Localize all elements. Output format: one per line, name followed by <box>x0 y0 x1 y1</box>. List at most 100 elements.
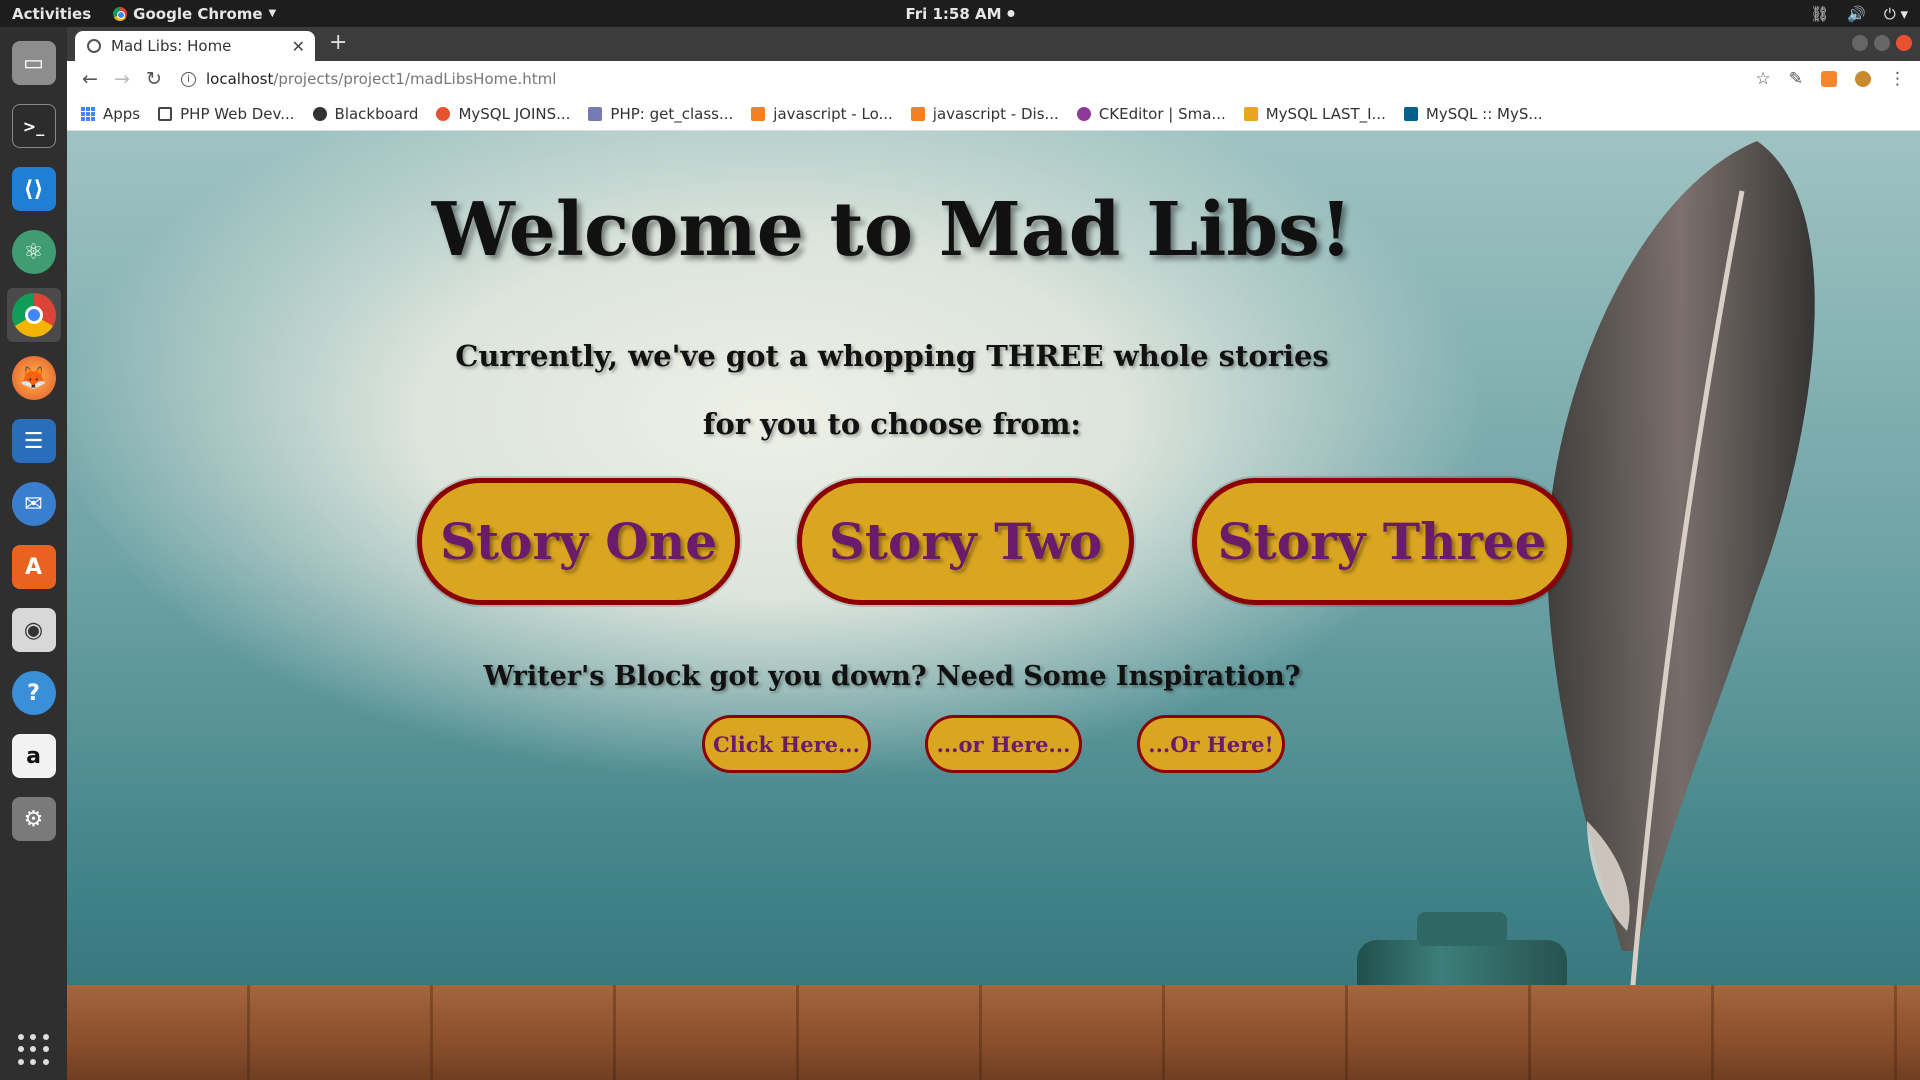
bookmark-label: MySQL :: MyS... <box>1425 104 1543 123</box>
bookmark-label: PHP: get_class... <box>610 104 734 123</box>
atom-icon: ⚛ <box>11 230 56 274</box>
firefox-icon: 🦊 <box>11 356 56 400</box>
window-controls <box>1852 35 1912 51</box>
bookmark-label: Apps <box>103 104 141 123</box>
maximize-icon[interactable] <box>1874 35 1890 51</box>
chrome-icon <box>113 6 128 21</box>
notification-dot-icon <box>1007 10 1015 17</box>
power-icon: ⏻ ▾ <box>1883 4 1908 23</box>
help-icon: ? <box>11 671 56 715</box>
tab-mad-libs-home[interactable]: Mad Libs: Home ✕ <box>75 31 315 61</box>
subtitle-line-2: for you to choose from: <box>702 407 1082 441</box>
bookmark-ckeditor[interactable]: CKEditor | Sma... <box>1076 105 1226 123</box>
dock: ▭ >_ ⟨⟩ ⚛ 🦊 ☰ ✉ A ◉ ? a ⚙ <box>0 27 67 1080</box>
dock-amazon[interactable]: a <box>7 729 61 783</box>
browser-toolbar: ← → ↻ i localhost/projects/project1/madL… <box>67 61 1920 97</box>
dock-help[interactable]: ? <box>7 666 61 720</box>
volume-icon: 🔊 <box>1847 4 1866 23</box>
php-web-dev-favicon-icon <box>158 106 173 121</box>
system-tray[interactable]: ⛓ 🔊 ⏻ ▾ <box>1810 5 1908 23</box>
inspiration-prompt: Writer's Block got you down? Need Some I… <box>483 661 1301 692</box>
tab-title: Mad Libs: Home <box>111 37 232 55</box>
mysql-joins-favicon-icon <box>436 106 451 121</box>
bookmark-javascript-lo[interactable]: javascript - Lo... <box>751 105 893 123</box>
apps-grid-icon <box>81 106 95 121</box>
page-title: Welcome to Mad Libs! <box>431 187 1353 273</box>
dock-writer[interactable]: ☰ <box>7 414 61 468</box>
bookmark-php-web-dev[interactable]: PHP Web Dev... <box>158 104 295 123</box>
bookmark-mysql-mys[interactable]: MySQL :: MyS... <box>1403 104 1543 123</box>
settings-icon: ⚙ <box>11 797 56 841</box>
more-menu-icon[interactable]: ⋮ <box>1889 69 1906 89</box>
vscode-icon: ⟨⟩ <box>11 167 56 211</box>
dock-thunderbird[interactable]: ✉ <box>7 477 61 531</box>
clock[interactable]: Fri 1:58 AM <box>905 5 1015 23</box>
dock-settings[interactable]: ⚙ <box>7 792 61 846</box>
show-applications-icon[interactable] <box>18 1034 50 1066</box>
dock-files[interactable]: ▭ <box>7 36 61 90</box>
bookmark-label: javascript - Lo... <box>773 104 893 123</box>
mysql-last-favicon-icon <box>1243 106 1258 121</box>
inspiration-link-1[interactable]: Click Here... <box>702 715 871 773</box>
new-tab-button[interactable]: + <box>329 30 347 55</box>
bookmark-javascript-dis[interactable]: javascript - Dis... <box>910 105 1059 123</box>
ckeditor-favicon-icon <box>1076 106 1091 121</box>
bookmark-php-get-class[interactable]: PHP: get_class... <box>588 105 733 123</box>
reload-icon[interactable]: ↻ <box>145 68 163 90</box>
back-arrow-icon[interactable]: ← <box>81 68 99 90</box>
minimize-icon[interactable] <box>1852 35 1868 51</box>
dock-terminal[interactable]: >_ <box>7 99 61 153</box>
bookmark-mysql-last-insert[interactable]: MySQL LAST_I... <box>1243 104 1386 123</box>
dock-vscode[interactable]: ⟨⟩ <box>7 162 61 216</box>
bookmark-label: PHP Web Dev... <box>180 104 295 123</box>
activities-button[interactable]: Activities <box>12 5 91 23</box>
bookmark-blackboard[interactable]: Blackboard <box>312 104 419 123</box>
caret-down-icon: ▼ <box>268 8 277 19</box>
terminal-icon: >_ <box>11 104 56 148</box>
bookmark-apps[interactable]: Apps <box>81 105 140 123</box>
bookmark-label: Blackboard <box>334 104 419 123</box>
thunderbird-icon: ✉ <box>11 482 56 526</box>
story-three-button[interactable]: Story Three <box>1192 478 1572 605</box>
bookmark-label: MySQL JOINS... <box>458 104 571 123</box>
story-two-button[interactable]: Story Two <box>797 478 1134 605</box>
network-icon: ⛓ <box>1810 4 1830 23</box>
bookmark-label: MySQL LAST_I... <box>1265 104 1386 123</box>
app-menu[interactable]: Google Chrome ▼ <box>113 5 276 23</box>
extension-icon[interactable]: ✎ <box>1789 69 1803 89</box>
writer-icon: ☰ <box>11 419 56 463</box>
inspiration-link-2[interactable]: ...or Here... <box>925 715 1082 773</box>
close-tab-icon[interactable]: ✕ <box>292 37 305 56</box>
dock-chrome[interactable] <box>6 288 61 342</box>
address-bar[interactable]: i localhost/projects/project1/madLibsHom… <box>181 64 1701 94</box>
amazon-icon: a <box>11 734 56 778</box>
files-icon: ▭ <box>11 41 56 85</box>
rhythmbox-icon: ◉ <box>11 608 56 652</box>
dock-rhythmbox[interactable]: ◉ <box>7 603 61 657</box>
quill-feather-image <box>1547 141 1815 1032</box>
rss-icon[interactable] <box>1821 71 1837 87</box>
system-top-bar: Activities Google Chrome ▼ Fri 1:58 AM ⛓… <box>0 0 1920 27</box>
forward-arrow-icon[interactable]: → <box>113 68 131 90</box>
dock-firefox[interactable]: 🦊 <box>7 351 61 405</box>
software-center-icon: A <box>11 545 56 589</box>
inspiration-link-3[interactable]: ...Or Here! <box>1137 715 1285 773</box>
close-window-icon[interactable] <box>1896 35 1912 51</box>
bookmarks-bar: Apps PHP Web Dev... Blackboard MySQL JOI… <box>67 97 1920 131</box>
bookmark-mysql-joins[interactable]: MySQL JOINS... <box>436 105 570 123</box>
chrome-icon <box>11 293 56 337</box>
dock-atom[interactable]: ⚛ <box>7 225 61 279</box>
profile-extension-icon[interactable] <box>1855 71 1871 87</box>
info-icon[interactable]: i <box>181 71 196 87</box>
page-viewport: Welcome to Mad Libs! Currently, we've go… <box>67 131 1920 1080</box>
bookmark-star-icon[interactable]: ☆ <box>1756 69 1771 89</box>
php-favicon-icon <box>588 106 603 121</box>
story-one-button[interactable]: Story One <box>417 478 740 605</box>
globe-icon <box>87 39 101 53</box>
tab-strip: Mad Libs: Home ✕ + <box>67 27 1920 61</box>
url-host: localhost <box>206 70 274 88</box>
mysql-favicon-icon <box>1403 106 1418 121</box>
dock-software[interactable]: A <box>7 540 61 594</box>
app-menu-label: Google Chrome <box>133 4 263 23</box>
wooden-table-image <box>67 985 1920 1080</box>
